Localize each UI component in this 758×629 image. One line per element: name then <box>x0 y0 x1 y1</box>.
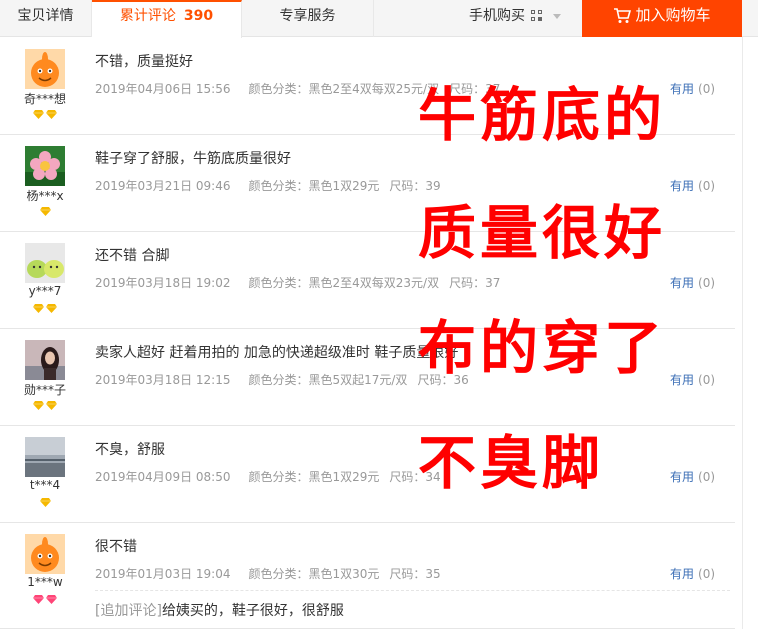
user-rank <box>0 595 90 604</box>
rank-diamond-icon <box>39 498 51 507</box>
append-tag: [追加评论] <box>95 603 162 619</box>
useful-count: (0) <box>698 276 716 290</box>
tab-service[interactable]: 专享服务 <box>242 0 374 37</box>
user-rank <box>0 110 90 119</box>
review-content: 不臭，舒服 <box>95 442 165 458</box>
review-username: 勋***子 <box>23 383 66 397</box>
review-content: 卖家人超好 赶着用拍的 加急的快递超级准时 鞋子质量很好 <box>95 345 459 361</box>
review-date: 2019年03月18日 12:15 <box>95 373 231 387</box>
cart-icon <box>614 7 632 23</box>
review-date: 2019年04月09日 08:50 <box>95 470 231 484</box>
tab-bar: 宝贝详情 累计评论 390 专享服务 手机购买 加入购物车 <box>0 0 758 38</box>
review-username: y***7 <box>28 284 62 298</box>
useful-button[interactable]: 有用 (0) <box>670 274 715 291</box>
append-divider <box>95 590 730 591</box>
review-sku: 颜色分类：黑色5双起17元/双 <box>248 373 408 387</box>
overlay-text-line-4: 不臭脚 <box>418 429 605 497</box>
avatar[interactable] <box>25 146 65 186</box>
overlay-text-line-3: 布的穿了 <box>418 314 667 382</box>
mobile-buy-label: 手机购买 <box>469 8 525 24</box>
rank-diamond-icon <box>46 304 57 313</box>
useful-button[interactable]: 有用 (0) <box>670 468 715 485</box>
review-size: 尺码：39 <box>389 179 441 193</box>
review-username: 杨***x <box>26 189 64 203</box>
rank-diamond-icon <box>33 110 44 119</box>
review-size: 尺码：37 <box>449 276 501 290</box>
review-sku: 颜色分类：黑色1双30元 <box>248 567 380 581</box>
review-item: t***4 不臭，舒服 2019年04月09日 08:50 颜色分类：黑色1双29元尺… <box>0 426 735 523</box>
user-rank <box>0 304 90 313</box>
tab-reviews[interactable]: 累计评论 390 <box>92 0 242 38</box>
review-item: 1***w 很不错 2019年01月03日 19:04 颜色分类：黑色1双30元 尺码：… <box>0 523 735 629</box>
review-date: 2019年03月18日 19:02 <box>95 276 231 290</box>
review-content: 鞋子穿了舒服，牛筋底质量很好 <box>95 151 291 167</box>
user-rank <box>0 498 90 507</box>
tab-details-label: 宝贝详情 <box>17 8 74 24</box>
tab-details[interactable]: 宝贝详情 <box>0 0 92 37</box>
append-review: [追加评论]给姨买的，鞋子很好，很舒服 <box>95 600 344 620</box>
review-content: 很不错 <box>95 539 137 555</box>
review-size: 尺码：35 <box>389 567 441 581</box>
useful-count: (0) <box>698 179 716 193</box>
review-username: 1***w <box>27 575 63 589</box>
review-count: 390 <box>183 8 214 24</box>
useful-count: (0) <box>698 82 716 96</box>
user-rank <box>0 207 90 216</box>
review-sku: 颜色分类：黑色2至4双每双25元/双 <box>248 82 440 96</box>
chevron-down-icon <box>553 13 561 19</box>
tab-reviews-label: 累计评论 <box>119 8 176 24</box>
append-text: 给姨买的，鞋子很好，很舒服 <box>161 603 344 619</box>
useful-button[interactable]: 有用 (0) <box>670 371 715 388</box>
review-date: 2019年01月03日 19:04 <box>95 567 231 581</box>
rank-diamond-icon <box>33 595 44 604</box>
avatar[interactable] <box>25 49 65 89</box>
review-meta: 2019年01月03日 19:04 颜色分类：黑色1双30元 尺码：35 <box>95 565 455 582</box>
avatar[interactable] <box>25 243 65 283</box>
review-content: 还不错 合脚 <box>95 248 170 264</box>
overlay-text-line-2: 质量很好 <box>418 199 667 267</box>
review-sku: 颜色分类：黑色2至4双每双23元/双 <box>248 276 440 290</box>
review-meta: 2019年04月09日 08:50 颜色分类：黑色1双29元 尺码：34 <box>95 468 455 485</box>
add-to-cart-button[interactable]: 加入购物车 <box>582 0 742 37</box>
rank-diamond-icon <box>46 401 57 410</box>
review-content: 不错，质量挺好 <box>95 54 193 70</box>
review-sku: 颜色分类：黑色1双29元 <box>248 179 380 193</box>
review-sku: 颜色分类：黑色1双29元 <box>248 470 380 484</box>
useful-button[interactable]: 有用 (0) <box>670 177 715 194</box>
review-date: 2019年03月21日 09:46 <box>95 179 231 193</box>
avatar[interactable] <box>25 534 65 574</box>
rank-diamond-icon <box>46 595 57 604</box>
rank-diamond-icon <box>33 401 44 410</box>
useful-count: (0) <box>698 470 716 484</box>
avatar[interactable] <box>25 340 65 380</box>
rank-diamond-icon <box>39 207 51 216</box>
review-date: 2019年04月06日 15:56 <box>95 82 231 96</box>
review-meta: 2019年03月21日 09:46 颜色分类：黑色1双29元 尺码：39 <box>95 177 455 194</box>
avatar[interactable] <box>25 437 65 477</box>
mobile-buy[interactable]: 手机购买 <box>450 0 582 37</box>
useful-count: (0) <box>698 373 716 387</box>
review-meta: 2019年03月18日 19:02 颜色分类：黑色2至4双每双23元/双 尺码：37 <box>95 274 514 291</box>
user-rank <box>0 401 90 410</box>
useful-button[interactable]: 有用 (0) <box>670 565 715 582</box>
useful-button[interactable]: 有用 (0) <box>670 80 715 97</box>
tab-service-label: 专享服务 <box>279 8 336 24</box>
overlay-text-line-1: 牛筋底的 <box>418 81 667 149</box>
scrollbar[interactable] <box>742 37 758 629</box>
review-username: 奇***想 <box>23 92 66 106</box>
qr-code-icon <box>531 10 543 22</box>
review-username: t***4 <box>29 478 61 492</box>
rank-diamond-icon <box>33 304 44 313</box>
useful-count: (0) <box>698 567 716 581</box>
add-to-cart-label: 加入购物车 <box>635 6 711 24</box>
rank-diamond-icon <box>46 110 57 119</box>
